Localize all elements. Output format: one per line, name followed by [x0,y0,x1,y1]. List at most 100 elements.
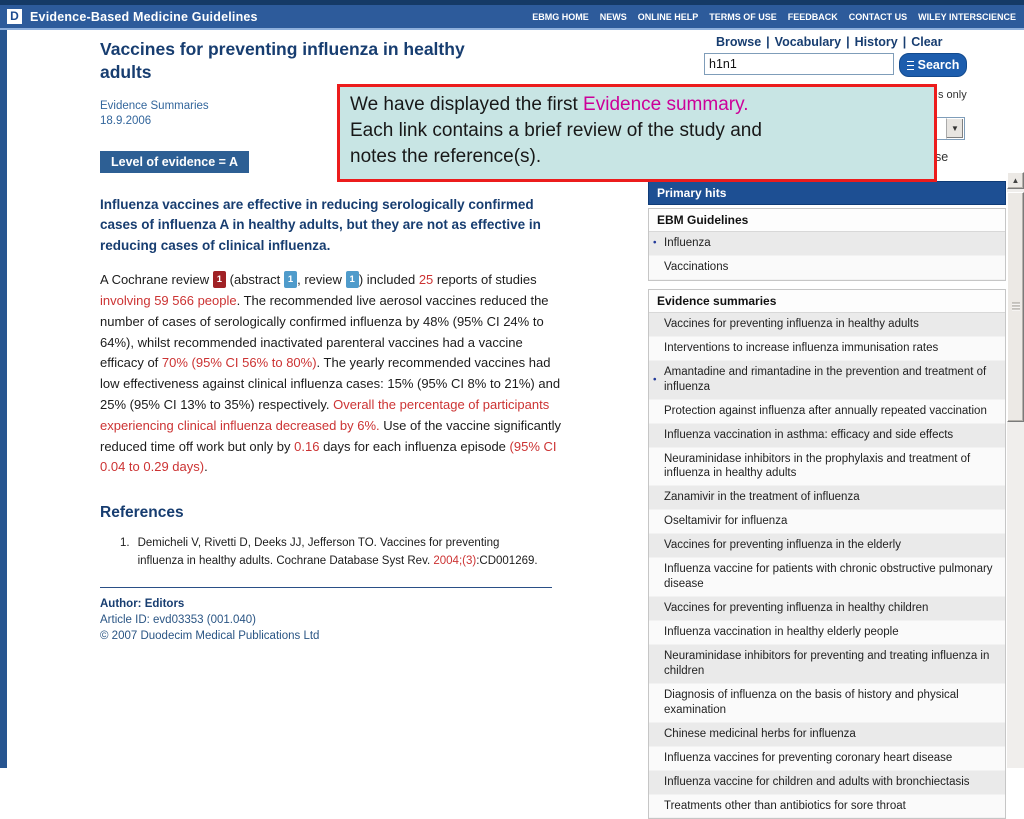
text-segment: involving 59 566 people [100,293,237,309]
text-segment: 70% (95% CI 56% to 80%) [161,355,317,371]
result-list-item[interactable]: Vaccinations [649,255,1005,280]
result-item-label: Vaccinations [664,260,729,273]
author-line: Author: Editors [100,597,185,610]
top-nav-link[interactable]: TERMS OF USE [709,12,777,22]
section-title: EBM Guidelines [649,209,1005,232]
level-of-evidence-badge[interactable]: Level of evidence = A [100,150,250,173]
top-nav-link[interactable]: CONTACT US [849,12,907,22]
result-list-item[interactable]: Influenza vaccine for children and adult… [649,770,1005,795]
reference-link-box[interactable]: 1 [345,271,359,289]
scrollbar-grip-icon [1012,302,1020,312]
text-segment: ) included [358,272,419,288]
result-list-item[interactable]: Neuraminidase inhibitors for preventing … [649,644,1005,684]
reference-text: Demicheli V, Rivetti D, Deeks JJ, Jeffer… [138,535,540,570]
primary-hits-header: Primary hits [648,181,1006,205]
result-list-item[interactable]: Vaccines for preventing influenza in hea… [649,597,1005,621]
bullet-icon: • [653,237,657,249]
reference-number: 1. [120,537,130,550]
search-toolbar-link[interactable]: Browse [716,35,761,49]
result-item-label: Influenza vaccine for patients with chro… [664,563,993,591]
result-list: Vaccines for preventing influenza in hea… [649,312,1005,819]
search-toolbar-links: Browse | Vocabulary | History | Clear [716,35,942,49]
result-list-item[interactable]: Oseltamivir for influenza [649,510,1005,535]
summary-statement: Influenza vaccines are effective in redu… [100,196,541,254]
sidebar-scrollbar[interactable]: ▲ [1007,172,1024,768]
result-list-item[interactable]: Influenza vaccination in asthma: efficac… [649,423,1005,448]
text-segment: (abstract [226,272,284,288]
search-toolbar-link[interactable]: Vocabulary [775,35,841,49]
result-list-item[interactable]: Protection against influenza after annua… [649,399,1005,424]
app-title: Evidence-Based Medicine Guidelines [30,9,258,24]
result-item-label: Vaccines for preventing influenza in the… [664,539,901,552]
search-toolbar-link[interactable]: Clear [911,35,942,49]
result-list-item[interactable]: Neuraminidase inhibitors in the prophyla… [649,447,1005,487]
copyright-line: © 2007 Duodecim Medical Publications Ltd [100,629,320,642]
speed-lines-icon [906,60,914,70]
search-toolbar-link[interactable]: History [855,35,898,49]
result-item-label: Influenza vaccination in healthy elderly… [664,626,899,638]
reference-link-box[interactable]: 1 [212,271,227,289]
result-item-label: Influenza vaccination in asthma: efficac… [664,428,954,441]
callout-highlight: Evidence summary. [583,94,749,115]
result-item-label: Vaccines for preventing influenza in hea… [664,317,919,330]
text-segment: 2004;(3) [433,554,477,567]
section-title: Evidence summaries [649,289,1005,313]
search-button[interactable]: Search [899,53,967,77]
titles-only-label-fragment: s only [938,89,967,101]
result-item-label: Influenza vaccine for children and adult… [664,775,970,788]
duodecim-logo-icon: D [7,9,22,24]
result-list-item[interactable]: Influenza vaccination in healthy elderly… [649,621,1005,645]
link-separator: | [766,35,770,49]
reference-item: 1. Demicheli V, Rivetti D, Deeks JJ, Jef… [100,535,540,570]
reference-link-box[interactable]: 1 [283,271,298,289]
top-nav-link[interactable]: FEEDBACK [788,12,838,22]
top-nav-link[interactable]: WILEY INTERSCIENCE [918,12,1016,22]
result-item-label: Zanamivir in the treatment of influenza [664,491,860,504]
body-paragraph: A Cochrane review 1 (abstract 1, review … [100,270,562,478]
result-item-label: Neuraminidase inhibitors for preventing … [664,649,990,677]
scroll-up-icon[interactable]: ▲ [1007,172,1024,189]
result-list-item[interactable]: Influenza vaccine for patients with chro… [649,558,1005,598]
callout-text: Each link contains a brief review of the… [350,120,762,168]
scrollbar-thumb[interactable] [1007,192,1024,422]
text-segment: . [204,459,208,475]
result-item-label: Influenza [664,237,711,249]
result-list-item[interactable]: Chinese medicinal herbs for influenza [649,722,1005,747]
search-results-sidebar: Primary hits EBM Guidelines • Influenza Va… [648,181,1006,819]
result-item-label: Influenza vaccines for preventing corona… [664,751,953,764]
top-bar: D Evidence-Based Medicine Guidelines EBM… [0,0,1024,30]
bullet-icon: • [653,374,657,386]
top-nav-link[interactable]: NEWS [600,12,627,22]
result-list-item[interactable]: Vaccines for preventing influenza in hea… [649,312,1005,337]
result-list-item[interactable]: Influenza vaccines for preventing corona… [649,746,1005,771]
text-segment: :CD001269. [476,554,538,567]
result-list-item[interactable]: Vaccines for preventing influenza in the… [649,534,1005,559]
evidence-summaries-section: Evidence summaries Vaccines for preventi… [648,288,1006,819]
result-item-label: Neuraminidase inhibitors in the prophyla… [664,452,971,480]
top-nav-link[interactable]: EBMG HOME [532,12,589,22]
search-input[interactable] [704,53,894,75]
result-list-item[interactable]: Treatments other than antibiotics for so… [649,794,1005,819]
callout-text: We have displayed the first [350,94,584,115]
text-segment: 0.16 [294,438,320,454]
result-list-item[interactable]: Zanamivir in the treatment of influenza [649,486,1005,511]
result-item-label: Vaccines for preventing influenza in hea… [664,602,929,615]
result-item-label: Protection against influenza after annua… [664,404,987,417]
text-segment: reports of studies [433,272,537,288]
result-list-item[interactable]: Diagnosis of influenza on the basis of h… [649,683,1005,723]
chevron-down-icon[interactable]: ▼ [946,118,964,139]
link-separator: | [902,35,907,49]
result-list-item[interactable]: • Amantadine and rimantadine in the preve… [649,360,1005,400]
article-id-line: Article ID: evd03353 (001.040) [100,613,256,626]
text-segment: 25 [418,272,434,288]
result-item-label: Oseltamivir for influenza [664,515,788,528]
result-list: • Influenza Vaccinations [649,232,1005,280]
result-list-item[interactable]: • Influenza [649,232,1005,256]
text-segment: days for each influenza episode [319,438,510,454]
top-nav-link[interactable]: ONLINE HELP [638,12,699,22]
left-border-strip [0,30,7,768]
references-heading: References [100,504,184,522]
result-item-label: Amantadine and rimantadine in the preven… [664,365,987,393]
result-list-item[interactable]: Interventions to increase influenza immu… [649,336,1005,361]
footer-divider [100,586,552,588]
